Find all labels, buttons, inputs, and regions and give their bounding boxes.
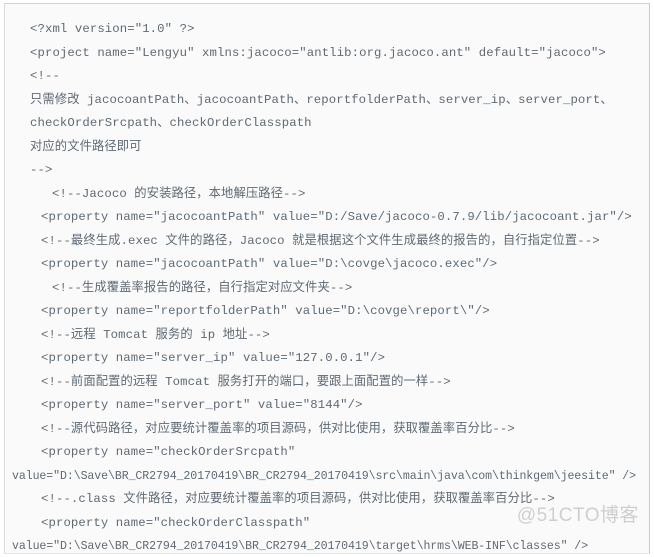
code-listing-frame: <?xml version="1.0" ?> <project name="Len… bbox=[4, 3, 650, 554]
code-line: <property name="checkOrderSrcpath" bbox=[41, 445, 296, 459]
code-line: <!--远程 Tomcat 服务的 ip 地址--> bbox=[41, 327, 270, 342]
code-line: <!-- bbox=[30, 69, 60, 83]
code-line: <property name="server_ip" value="127.0.… bbox=[41, 351, 386, 365]
code-line: 对应的文件路径即可 bbox=[30, 139, 142, 154]
code-line: <property name="checkOrderClasspath" bbox=[41, 515, 311, 530]
code-line: <!--.class 文件路径，对应要统计覆盖率的项目源码，供对比使用，获取覆盖… bbox=[41, 492, 555, 506]
code-line: <!--源代码路径，对应要统计覆盖率的项目源码，供对比使用，获取覆盖率百分比--… bbox=[41, 421, 515, 436]
code-line: <!--Jacoco 的安装路径，本地解压路径--> bbox=[52, 186, 306, 201]
code-line: <property name="server_port" value="8144… bbox=[41, 398, 363, 412]
code-line: <!--前面配置的远程 Tomcat 服务打开的端口，要跟上面配置的一样--> bbox=[41, 374, 451, 389]
code-line: <property name="jacocoantPath" value="D:… bbox=[41, 210, 632, 224]
code-line: <?xml version="1.0" ?> bbox=[30, 22, 195, 36]
code-line: value="D:\Save\BR_CR2794_20170419\BR_CR2… bbox=[12, 469, 637, 483]
code-line: value="D:\Save\BR_CR2794_20170419\BR_CR2… bbox=[12, 540, 589, 553]
code-line: --> bbox=[30, 163, 53, 177]
code-line: 只需修改 jacocoantPath、jacocoantPath、reportf… bbox=[30, 92, 613, 107]
code-line: <project name="Lengyu" xmlns:jacoco="ant… bbox=[30, 45, 606, 60]
code-line: <!--最终生成.exec 文件的路径，Jacoco 就是根据这个文件生成最终的… bbox=[41, 233, 600, 248]
code-listing-body[interactable]: <?xml version="1.0" ?> <project name="Len… bbox=[5, 4, 649, 553]
code-line: <property name="jacocoantPath" value="D:… bbox=[41, 257, 498, 271]
code-line: <property name="reportfolderPath" value=… bbox=[41, 304, 490, 318]
code-line: checkOrderSrcpath、checkOrderClasspath bbox=[30, 116, 312, 130]
code-line: <!--生成覆盖率报告的路径，自行指定对应文件夹--> bbox=[52, 280, 353, 295]
